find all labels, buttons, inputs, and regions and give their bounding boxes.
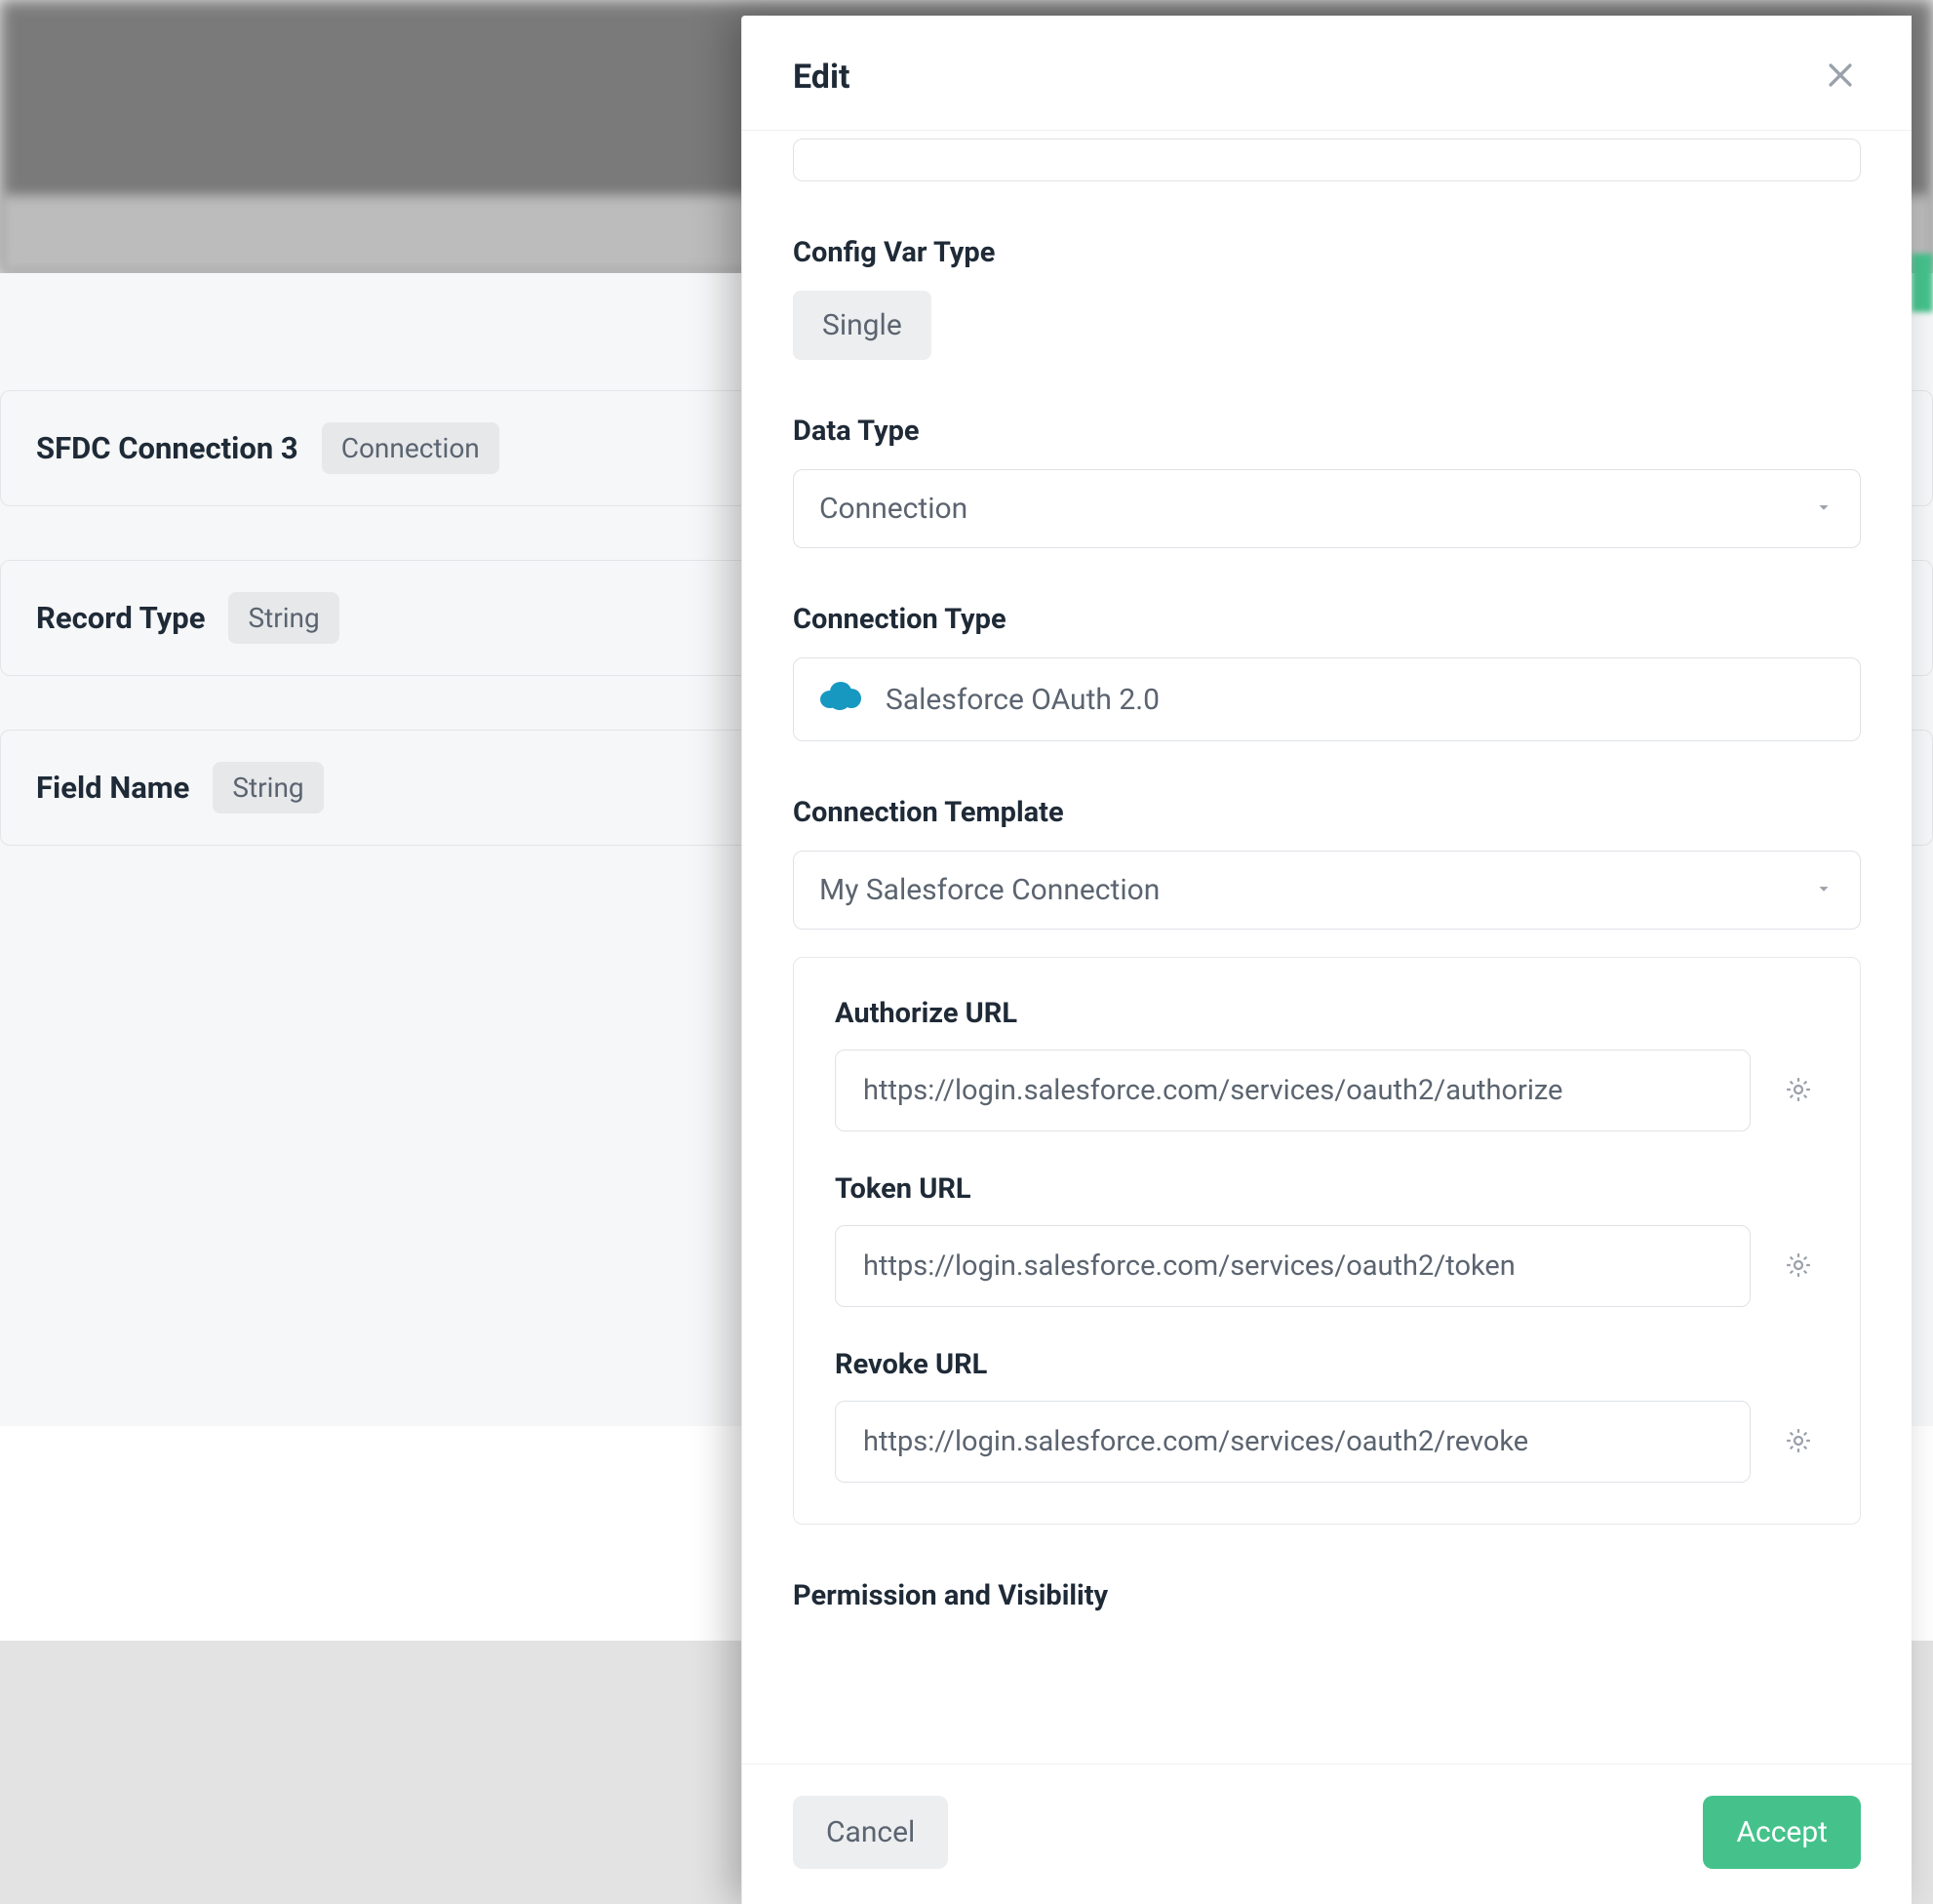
revoke-url-settings-button[interactable]	[1778, 1420, 1819, 1464]
list-item-title: Field Name	[36, 770, 189, 806]
caret-down-icon	[1813, 492, 1834, 526]
token-url-label: Token URL	[835, 1172, 1819, 1206]
list-item-title: Record Type	[36, 600, 205, 636]
token-url-input[interactable]	[835, 1225, 1751, 1307]
edit-drawer: Edit Config Var Type Single Data Type Co…	[741, 16, 1912, 1904]
list-item-title: SFDC Connection 3	[36, 430, 298, 466]
connection-type-field[interactable]: Salesforce OAuth 2.0	[793, 657, 1861, 741]
connection-type-label: Connection Type	[793, 603, 1861, 636]
type-badge: String	[228, 592, 338, 644]
authorize-url-settings-button[interactable]	[1778, 1069, 1819, 1113]
connection-type-value: Salesforce OAuth 2.0	[886, 683, 1160, 717]
top-partial-field[interactable]	[793, 139, 1861, 181]
cancel-button[interactable]: Cancel	[793, 1796, 948, 1869]
config-var-type-label: Config Var Type	[793, 236, 1861, 269]
salesforce-icon	[819, 680, 862, 719]
type-badge: String	[213, 762, 323, 813]
revoke-url-input[interactable]	[835, 1401, 1751, 1483]
close-button[interactable]	[1818, 53, 1863, 100]
caret-down-icon	[1813, 873, 1834, 907]
bg-accent	[1912, 254, 1933, 312]
drawer-footer: Cancel Accept	[742, 1764, 1912, 1904]
config-var-type-chip[interactable]: Single	[793, 291, 931, 360]
revoke-url-row: Revoke URL	[835, 1348, 1819, 1483]
gear-icon	[1784, 1092, 1813, 1107]
drawer-header: Edit	[742, 16, 1912, 131]
authorize-url-label: Authorize URL	[835, 997, 1819, 1030]
token-url-settings-button[interactable]	[1778, 1245, 1819, 1289]
connection-template-value: My Salesforce Connection	[819, 873, 1160, 907]
data-type-select[interactable]: Connection	[793, 469, 1861, 548]
connection-template-select[interactable]: My Salesforce Connection	[793, 851, 1861, 930]
token-url-row: Token URL	[835, 1172, 1819, 1307]
connection-template-label: Connection Template	[793, 796, 1861, 829]
data-type-label: Data Type	[793, 415, 1861, 448]
accept-button[interactable]: Accept	[1703, 1796, 1861, 1869]
type-badge: Connection	[322, 422, 499, 474]
close-icon	[1824, 80, 1857, 95]
gear-icon	[1784, 1268, 1813, 1283]
gear-icon	[1784, 1444, 1813, 1458]
authorize-url-input[interactable]	[835, 1050, 1751, 1131]
data-type-value: Connection	[819, 492, 967, 526]
oauth-urls-group: Authorize URL Token URL	[793, 957, 1861, 1525]
drawer-title: Edit	[793, 58, 849, 97]
permission-visibility-heading: Permission and Visibility	[793, 1579, 1861, 1612]
authorize-url-row: Authorize URL	[835, 997, 1819, 1131]
revoke-url-label: Revoke URL	[835, 1348, 1819, 1381]
drawer-body: Config Var Type Single Data Type Connect…	[742, 131, 1912, 1764]
